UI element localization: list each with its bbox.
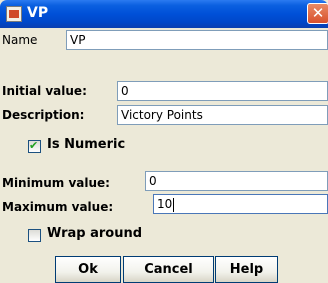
text-caret [173, 197, 175, 212]
check-icon: ✔ [29, 139, 39, 152]
description-field[interactable]: Victory Points [117, 105, 328, 125]
wrap-around-label: Wrap around [47, 226, 143, 241]
initial-value-field[interactable]: 0 [117, 81, 328, 101]
initial-value-label: Initial value: [2, 84, 87, 98]
maximum-value-field[interactable]: 10 [153, 194, 328, 214]
maximum-value-label: Maximum value: [2, 200, 114, 214]
app-icon [6, 6, 22, 22]
maximum-value-text: 10 [157, 197, 173, 211]
title-bar[interactable]: VP ✕ [0, 0, 328, 28]
ok-button[interactable]: Ok [55, 256, 121, 283]
name-field[interactable]: VP [66, 30, 328, 50]
dialog-window: VP ✕ Name VP Initial value: 0 Descriptio… [0, 0, 328, 283]
help-button[interactable]: Help [215, 256, 278, 283]
dialog-title: VP [27, 5, 49, 21]
close-icon: ✕ [311, 4, 325, 22]
is-numeric-label: Is Numeric [47, 137, 126, 152]
close-button[interactable]: ✕ [307, 3, 328, 24]
name-label: Name [2, 33, 38, 47]
minimum-value-field[interactable]: 0 [145, 171, 328, 191]
cancel-button[interactable]: Cancel [123, 256, 214, 283]
minimum-value-label: Minimum value: [2, 176, 110, 190]
description-label: Description: [2, 108, 85, 122]
wrap-around-checkbox[interactable] [28, 229, 41, 242]
is-numeric-checkbox[interactable]: ✔ [28, 139, 41, 153]
